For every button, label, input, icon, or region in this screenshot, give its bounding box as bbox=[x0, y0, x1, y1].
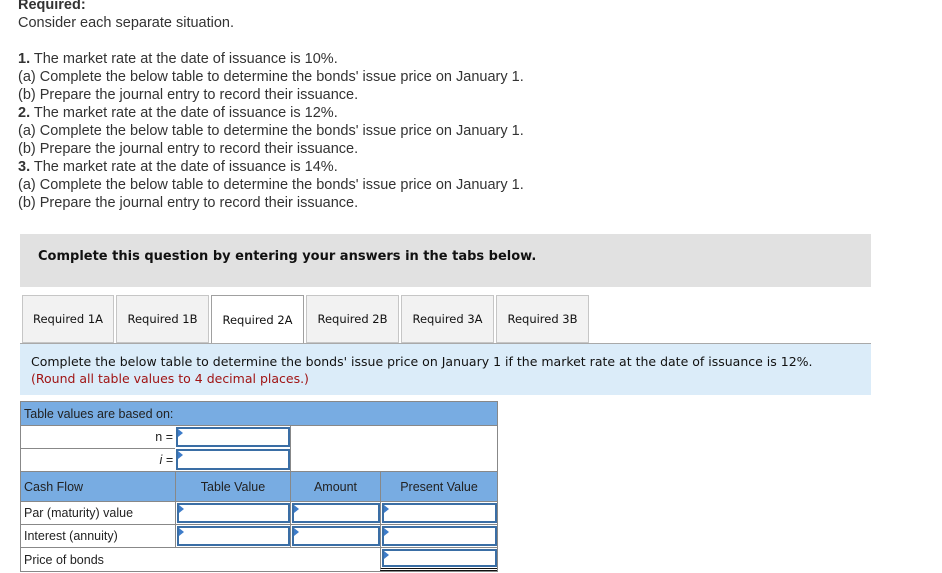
table-row: Par (maturity) value bbox=[21, 501, 497, 524]
tab-required-2b[interactable]: Required 2B bbox=[306, 295, 399, 343]
interest-table-value-cell bbox=[175, 525, 290, 547]
tab-required-3b[interactable]: Required 3B bbox=[496, 295, 589, 343]
column-header-row: Cash Flow Table Value Amount Present Val… bbox=[21, 471, 497, 501]
n-input-wrapper bbox=[176, 427, 290, 447]
n-row: n = bbox=[21, 425, 497, 448]
required-heading: Required: bbox=[18, 0, 86, 13]
based-on-header-row: Table values are based on: bbox=[21, 402, 497, 425]
tab-required-2a[interactable]: Required 2A bbox=[211, 295, 304, 344]
tab-required-3a[interactable]: Required 3A bbox=[401, 295, 494, 343]
par-present-value-cell bbox=[380, 502, 497, 524]
situation-1-b: (b) Prepare the journal entry to record … bbox=[18, 87, 359, 103]
table-row: Interest (annuity) bbox=[21, 524, 497, 547]
par-amount-cell bbox=[290, 502, 380, 524]
interest-present-value-cell bbox=[380, 525, 497, 547]
header-cash-flow: Cash Flow bbox=[24, 479, 84, 494]
total-row: Price of bonds bbox=[21, 547, 497, 571]
interest-present-value-input[interactable] bbox=[384, 528, 495, 544]
n-input[interactable] bbox=[178, 429, 288, 445]
price-of-bonds-input[interactable] bbox=[384, 551, 495, 565]
instruction-text: Complete this question by entering your … bbox=[38, 249, 537, 264]
based-on-label: Table values are based on: bbox=[24, 406, 174, 421]
row-label-price-of-bonds: Price of bonds bbox=[24, 552, 104, 567]
bond-price-table: Table values are based on: n = i = Cash … bbox=[20, 401, 498, 572]
i-cell bbox=[175, 448, 290, 471]
requirements-text: Required: Consider each separate situati… bbox=[18, 0, 524, 212]
n-cell bbox=[175, 426, 290, 448]
header-present-value: Present Value bbox=[380, 472, 497, 501]
required-subheading: Consider each separate situation. bbox=[18, 15, 235, 31]
row-label-par-value: Par (maturity) value bbox=[24, 506, 134, 520]
requirement-tabs: Required 1A Required 1B Required 2A Requ… bbox=[22, 295, 591, 344]
par-table-value-cell bbox=[175, 502, 290, 524]
header-amount: Amount bbox=[290, 472, 380, 501]
par-present-value-input[interactable] bbox=[384, 505, 495, 521]
i-row: i = bbox=[21, 448, 497, 471]
prompt-text: Complete the below table to determine th… bbox=[31, 354, 813, 369]
i-input[interactable] bbox=[178, 451, 288, 468]
situation-2: 2. The market rate at the date of issuan… bbox=[18, 105, 338, 121]
interest-amount-input[interactable] bbox=[294, 528, 378, 544]
price-present-value-cell bbox=[380, 548, 497, 571]
tab-required-1b[interactable]: Required 1B bbox=[116, 295, 209, 343]
par-amount-input[interactable] bbox=[294, 505, 378, 521]
row-label-interest: Interest (annuity) bbox=[24, 529, 118, 543]
interest-amount-cell bbox=[290, 525, 380, 547]
par-table-value-input[interactable] bbox=[179, 505, 288, 521]
situation-2-a: (a) Complete the below table to determin… bbox=[18, 123, 524, 139]
situation-1-a: (a) Complete the below table to determin… bbox=[18, 69, 524, 85]
i-input-wrapper bbox=[176, 449, 290, 470]
i-row-blank bbox=[290, 448, 497, 471]
rounding-note: (Round all table values to 4 decimal pla… bbox=[31, 371, 309, 386]
instruction-banner: Complete this question by entering your … bbox=[20, 234, 871, 287]
situation-2-b: (b) Prepare the journal entry to record … bbox=[18, 141, 359, 157]
question-prompt: Complete the below table to determine th… bbox=[20, 343, 871, 395]
n-label: n = bbox=[155, 430, 173, 444]
situation-3: 3. The market rate at the date of issuan… bbox=[18, 159, 338, 175]
situation-3-b: (b) Prepare the journal entry to record … bbox=[18, 195, 359, 211]
header-table-value: Table Value bbox=[175, 472, 290, 501]
situation-3-a: (a) Complete the below table to determin… bbox=[18, 177, 524, 193]
n-row-blank bbox=[290, 426, 497, 448]
i-label: i = bbox=[21, 448, 175, 471]
tab-required-1a[interactable]: Required 1A bbox=[22, 295, 114, 343]
situation-1: 1. The market rate at the date of issuan… bbox=[18, 51, 338, 67]
interest-table-value-input[interactable] bbox=[179, 528, 288, 544]
